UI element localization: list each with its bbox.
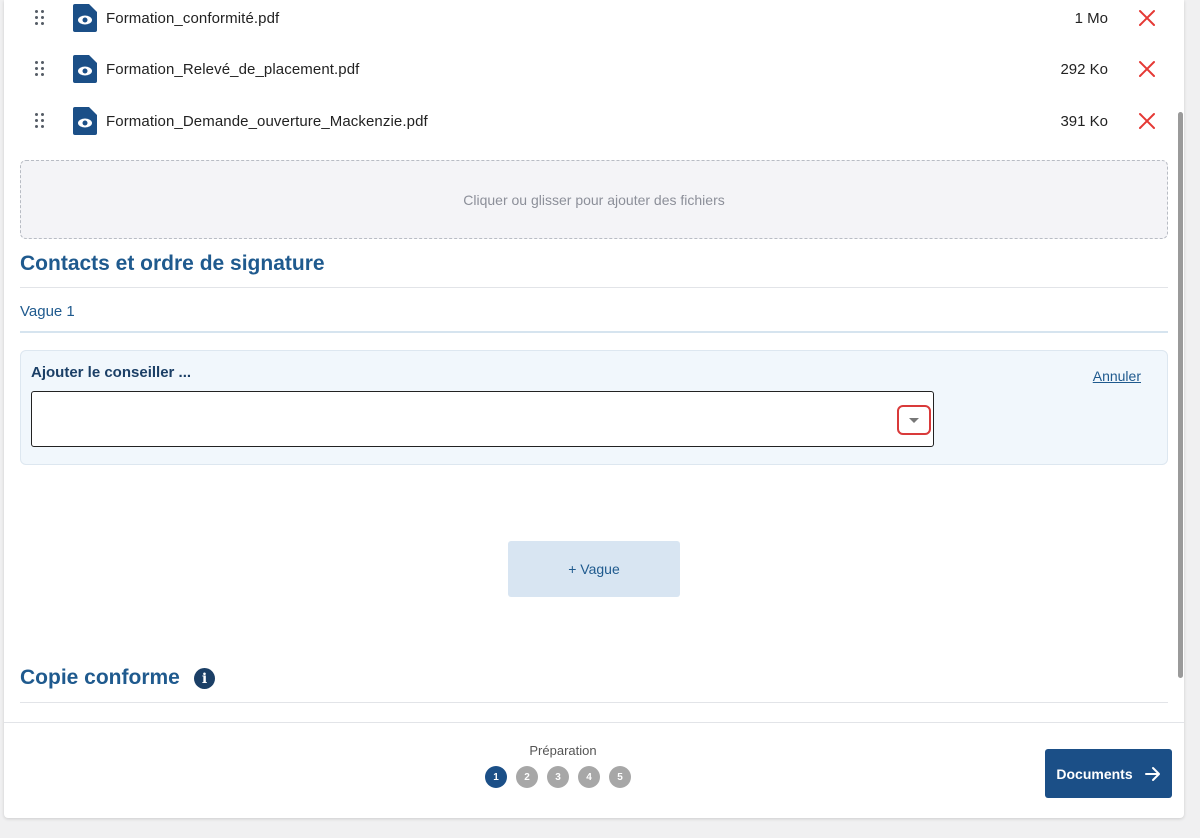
dropzone-label: Cliquer ou glisser pour ajouter des fich… <box>463 191 725 208</box>
info-icon[interactable]: i <box>194 668 215 689</box>
file-size: 391 Ko <box>1060 113 1108 130</box>
drag-handle-icon[interactable] <box>35 10 45 26</box>
document-preparation-panel: Formation_conformité.pdf 1 Mo Formation_… <box>4 0 1184 818</box>
step-3: 3 <box>547 766 569 788</box>
step-5: 5 <box>609 766 631 788</box>
file-size: 292 Ko <box>1060 61 1108 78</box>
cancel-link[interactable]: Annuler <box>1093 368 1141 384</box>
add-advisor-label: Ajouter le conseiller ... <box>31 364 192 381</box>
file-eye-icon[interactable] <box>73 55 97 83</box>
copy-section-title: Copie conforme <box>20 666 180 689</box>
close-icon[interactable] <box>1138 60 1156 78</box>
next-button-label: Documents <box>1056 765 1133 782</box>
scrollbar[interactable] <box>1178 112 1183 678</box>
step-4: 4 <box>578 766 600 788</box>
step-1: 1 <box>485 766 507 788</box>
add-wave-button[interactable]: + Vague <box>508 541 680 597</box>
tab-underline <box>20 331 1168 333</box>
close-icon[interactable] <box>1138 112 1156 130</box>
advisor-select[interactable] <box>31 391 934 447</box>
contacts-section-title: Contacts et ordre de signature <box>20 252 325 275</box>
file-row: Formation_Relevé_de_placement.pdf 292 Ko <box>4 51 1184 91</box>
arrow-right-icon <box>1144 766 1160 781</box>
divider <box>20 287 1168 288</box>
add-advisor-panel: Ajouter le conseiller ... Annuler <box>20 350 1168 465</box>
tab-wave-1[interactable]: Vague 1 <box>20 303 75 320</box>
file-row: Formation_conformité.pdf 1 Mo <box>4 0 1184 40</box>
file-eye-icon[interactable] <box>73 107 97 135</box>
next-documents-button[interactable]: Documents <box>1045 749 1172 798</box>
divider <box>20 702 1168 703</box>
file-name: Formation_Relevé_de_placement.pdf <box>106 61 360 78</box>
file-name: Formation_Demande_ouverture_Mackenzie.pd… <box>106 113 428 130</box>
file-eye-icon[interactable] <box>73 4 97 32</box>
close-icon[interactable] <box>1138 9 1156 27</box>
drag-handle-icon[interactable] <box>35 113 45 129</box>
file-size: 1 Mo <box>1074 10 1108 27</box>
caret-down-icon <box>909 417 919 423</box>
file-name: Formation_conformité.pdf <box>106 10 280 27</box>
file-row: Formation_Demande_ouverture_Mackenzie.pd… <box>4 103 1184 143</box>
step-label: Préparation <box>529 743 597 758</box>
file-dropzone[interactable]: Cliquer ou glisser pour ajouter des fich… <box>20 160 1168 239</box>
footer-divider <box>4 722 1184 723</box>
drag-handle-icon[interactable] <box>35 61 45 77</box>
step-2: 2 <box>516 766 538 788</box>
dropdown-toggle[interactable] <box>897 405 931 435</box>
